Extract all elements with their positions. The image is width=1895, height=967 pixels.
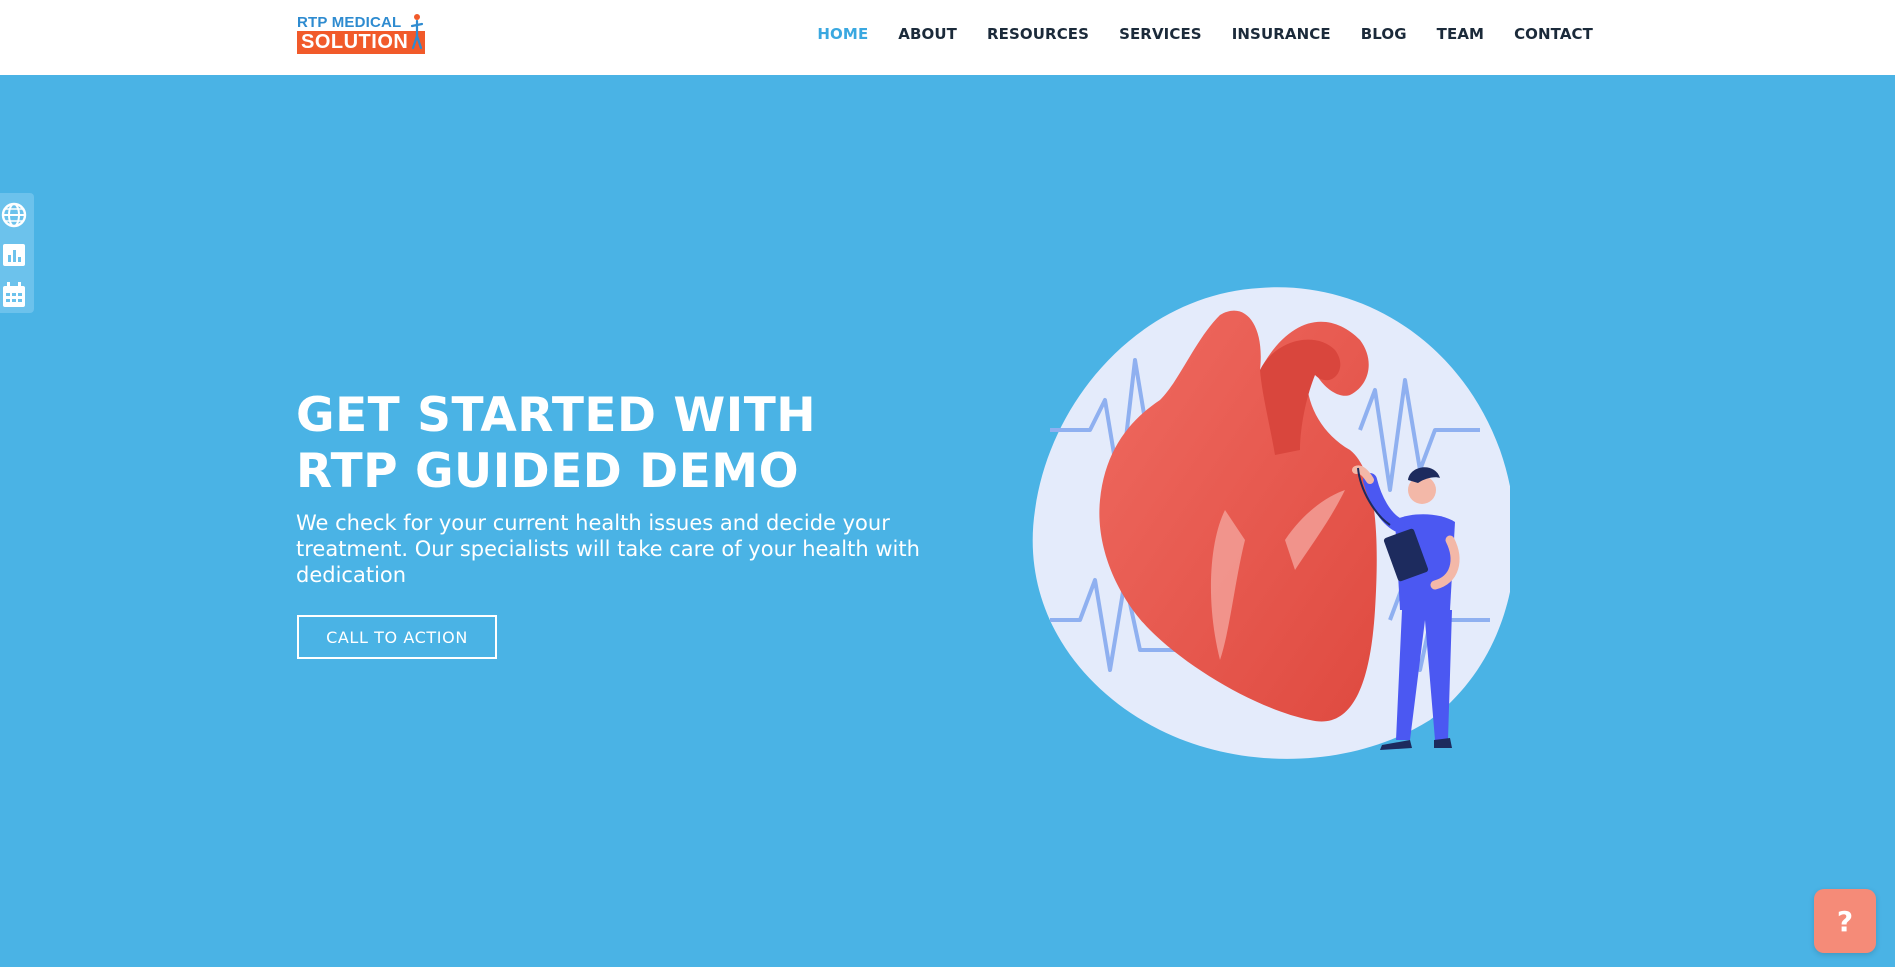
site-logo[interactable]: RTP MEDICAL SOLUTION — [297, 14, 427, 56]
calendar-button[interactable] — [0, 281, 28, 309]
stats-button[interactable] — [0, 241, 28, 269]
nav-home[interactable]: HOME — [817, 25, 868, 43]
main-nav: HOME ABOUT RESOURCES SERVICES INSURANCE … — [787, 0, 1593, 68]
logo-text-bottom: SOLUTION — [297, 31, 425, 54]
site-header: RTP MEDICAL SOLUTION HOME ABOUT RESOURCE… — [0, 0, 1895, 75]
logo-figure-icon — [410, 14, 424, 50]
hero-title: GET STARTED WITH RTP GUIDED DEMO — [296, 388, 996, 500]
call-to-action-button[interactable]: CALL TO ACTION — [297, 615, 497, 659]
nav-blog[interactable]: BLOG — [1361, 25, 1407, 43]
heart-doctor-illustration — [1032, 287, 1510, 759]
nav-insurance[interactable]: INSURANCE — [1232, 25, 1331, 43]
bar-chart-icon — [3, 244, 25, 266]
logo-text-top: RTP MEDICAL — [297, 14, 402, 31]
hero-title-line2: RTP GUIDED DEMO — [296, 444, 800, 499]
hero-title-line1: GET STARTED WITH — [296, 388, 817, 443]
calendar-icon — [3, 282, 25, 307]
nav-resources[interactable]: RESOURCES — [987, 25, 1089, 43]
help-button[interactable]: ? — [1814, 889, 1876, 953]
side-toolbar — [0, 193, 34, 313]
nav-about[interactable]: ABOUT — [898, 25, 957, 43]
nav-contact[interactable]: CONTACT — [1514, 25, 1593, 43]
hero-subtitle: We check for your current health issues … — [296, 511, 920, 587]
nav-team[interactable]: TEAM — [1437, 25, 1484, 43]
nav-services[interactable]: SERVICES — [1119, 25, 1202, 43]
globe-icon — [1, 202, 27, 228]
globe-button[interactable] — [0, 201, 28, 229]
